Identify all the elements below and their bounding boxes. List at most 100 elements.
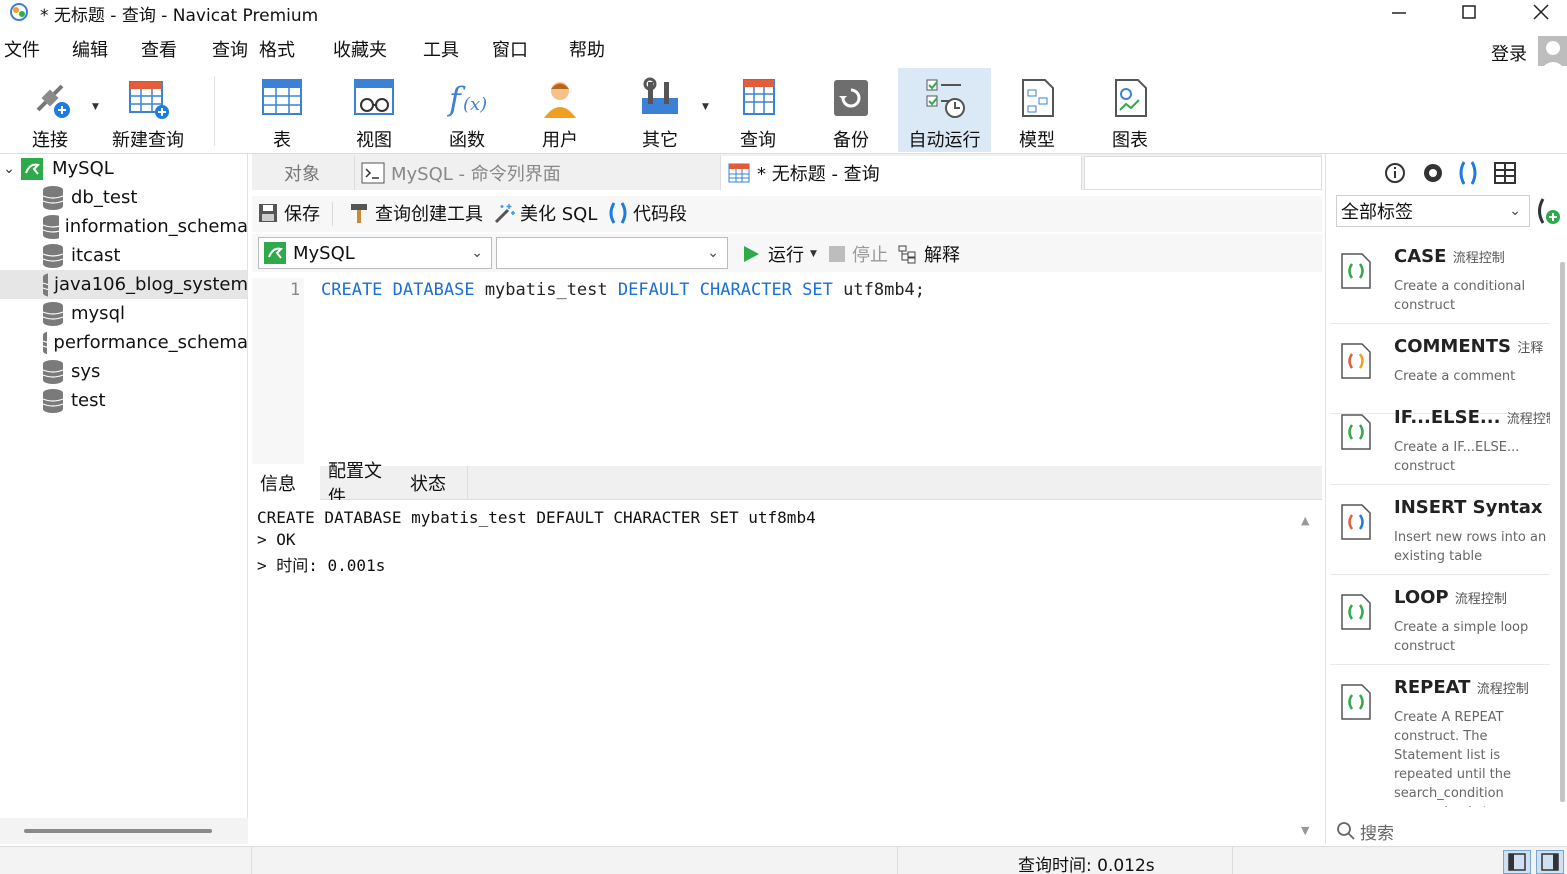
backup-button[interactable]: 备份 — [815, 68, 887, 152]
login-link[interactable]: 登录 — [1491, 40, 1527, 66]
stop-button[interactable]: 停止 — [828, 241, 888, 267]
table-button[interactable]: 表 — [246, 68, 318, 152]
explain-button[interactable]: 解释 — [898, 241, 960, 267]
close-button[interactable] — [1518, 0, 1564, 24]
snippet-document-icon — [1341, 504, 1371, 540]
code-line[interactable]: CREATE DATABASE mybatis_test DEFAULT CHA… — [321, 280, 925, 300]
snippet-description: Insert new rows into an existing table — [1394, 530, 1547, 564]
tab-status[interactable]: 状态 — [402, 466, 468, 500]
snippet-case[interactable]: CASE 流程控制 Create a conditional construct — [1330, 236, 1550, 324]
tree-db-information_schema[interactable]: information_schema — [0, 212, 248, 241]
status-divider — [897, 847, 898, 874]
line-number: 1 — [290, 280, 301, 300]
layout-left-panel-button[interactable] — [1503, 850, 1531, 874]
layout-right-panel-button[interactable] — [1536, 850, 1564, 874]
minimize-button[interactable] — [1376, 0, 1422, 24]
backup-label: 备份 — [833, 130, 869, 151]
tree-db-label: information_schema — [64, 216, 248, 237]
add-snippet-icon[interactable] — [1534, 196, 1562, 226]
save-button[interactable]: 保存 — [258, 200, 320, 226]
tree-horizontal-scrollbar[interactable] — [0, 818, 248, 844]
view-icon — [354, 79, 394, 115]
database-icon — [42, 388, 64, 413]
tree-db-mysql[interactable]: mysql — [0, 299, 247, 328]
query-button[interactable]: 查询 — [722, 68, 794, 152]
code-snippet-button[interactable]: 代码段 — [606, 200, 687, 226]
run-button[interactable]: 运行 ▼ — [742, 241, 817, 267]
expand-chevron-icon[interactable]: ⌄ — [0, 161, 18, 177]
tab-objects[interactable]: 对象 — [252, 156, 352, 190]
chart-button[interactable]: 图表 — [1094, 68, 1166, 152]
menu-file[interactable]: 文件 — [4, 36, 40, 62]
tree-scrollbar-thumb[interactable] — [24, 829, 212, 833]
tree-db-db_test[interactable]: db_test — [0, 183, 247, 212]
tree-db-sys[interactable]: sys — [0, 357, 247, 386]
avatar[interactable] — [1538, 36, 1567, 70]
snippet-scrollbar-thumb[interactable] — [1560, 262, 1565, 802]
right-panel-icon — [1541, 853, 1559, 871]
connection-select[interactable]: MySQL ⌄ — [258, 237, 492, 269]
other-button[interactable]: 其它 — [624, 68, 696, 152]
database-select[interactable]: ⌄ — [496, 237, 728, 269]
menu-favorites[interactable]: 收藏夹 — [333, 36, 387, 62]
query-builder-button[interactable]: 查询创建工具 — [348, 200, 483, 226]
save-label: 保存 — [284, 204, 320, 225]
menu-help[interactable]: 帮助 — [569, 36, 605, 62]
scroll-up-arrow-icon[interactable]: ▲ — [1301, 514, 1309, 527]
tab-profile[interactable]: 配置文件 — [320, 461, 404, 508]
database-icon — [42, 214, 59, 239]
connection-tree: ⌄ MySQL db_test information_schema itcas… — [0, 154, 248, 844]
sql-editor[interactable]: 1 CREATE DATABASE mybatis_test DEFAULT C… — [252, 278, 1322, 464]
menu-window[interactable]: 窗口 — [492, 36, 528, 62]
model-button[interactable]: 模型 — [1001, 68, 1073, 152]
tag-filter-select[interactable]: 全部标签 ⌄ — [1336, 195, 1530, 227]
tree-db-performance_schema[interactable]: performance_schema — [0, 328, 247, 357]
snippet-if-else[interactable]: IF...ELSE... 流程控制 Create a IF...ELSE... … — [1330, 397, 1550, 485]
tree-db-label: test — [71, 390, 106, 411]
run-dropdown-icon[interactable]: ▼ — [810, 249, 817, 259]
database-icon — [42, 273, 48, 296]
tab-console[interactable]: MySQL - 命令列界面 — [354, 156, 718, 190]
function-button[interactable]: f (x) 函数 — [431, 68, 503, 152]
user-button[interactable]: 用户 — [524, 68, 596, 152]
connect-button[interactable]: 连接 — [14, 68, 86, 152]
tree-db-java106_blog_system[interactable]: java106_blog_system — [0, 270, 248, 299]
menu-format[interactable]: 格式 — [259, 36, 295, 62]
snippet-panel: 全部标签 ⌄ CASE 流程控制 Create a conditional co… — [1325, 154, 1567, 844]
tree-db-label: mysql — [71, 303, 125, 324]
other-dropdown-icon[interactable]: ▼ — [702, 102, 709, 112]
maximize-icon — [1462, 5, 1476, 19]
snippet-brackets-icon[interactable] — [1456, 160, 1480, 186]
connection-bar: MySQL ⌄ ⌄ 运行 ▼ 停止 解释 — [252, 234, 1322, 272]
beautify-sql-button[interactable]: 美化 SQL — [492, 200, 597, 226]
maximize-button[interactable] — [1446, 0, 1492, 24]
snippet-insert-syntax[interactable]: INSERT Syntax DM Insert new rows into an… — [1330, 487, 1550, 575]
search-placeholder: 搜索 — [1360, 823, 1394, 844]
database-icon — [42, 359, 64, 384]
preview-eye-icon[interactable] — [1422, 162, 1444, 184]
result-vertical-scrollbar[interactable]: ▲ ▼ — [1296, 506, 1318, 844]
tree-db-test[interactable]: test — [0, 386, 247, 415]
chart-icon — [1115, 79, 1147, 117]
menu-view[interactable]: 查看 — [141, 36, 177, 62]
new-query-button[interactable]: 新建查询 — [106, 68, 190, 152]
tree-connection-mysql[interactable]: ⌄ MySQL — [0, 154, 247, 183]
info-icon[interactable] — [1384, 162, 1406, 184]
scroll-down-arrow-icon[interactable]: ▼ — [1301, 824, 1309, 837]
snippet-search-field[interactable]: 搜索 — [1326, 818, 1567, 844]
snippet-repeat[interactable]: REPEAT 流程控制 Create A REPEAT construct. T… — [1330, 667, 1550, 807]
snippet-loop[interactable]: LOOP 流程控制 Create a simple loop construct — [1330, 577, 1550, 665]
tab-query[interactable]: * 无标题 - 查询 — [720, 156, 1082, 190]
document-tabs: 对象 MySQL - 命令列界面 * 无标题 - 查询 — [252, 154, 1322, 190]
tree-db-itcast[interactable]: itcast — [0, 241, 247, 270]
menu-edit[interactable]: 编辑 — [72, 36, 108, 62]
menu-query[interactable]: 查询 — [212, 36, 248, 62]
view-button[interactable]: 视图 — [338, 68, 410, 152]
auto-run-button[interactable]: 自动运行 — [898, 68, 991, 152]
tab-message[interactable]: 信息 — [252, 466, 320, 500]
connect-dropdown-icon[interactable]: ▼ — [92, 102, 99, 112]
grid-view-icon[interactable] — [1494, 162, 1516, 184]
auto-run-icon — [926, 79, 965, 118]
tree-db-label: java106_blog_system — [53, 274, 248, 295]
menu-tools[interactable]: 工具 — [423, 36, 459, 62]
